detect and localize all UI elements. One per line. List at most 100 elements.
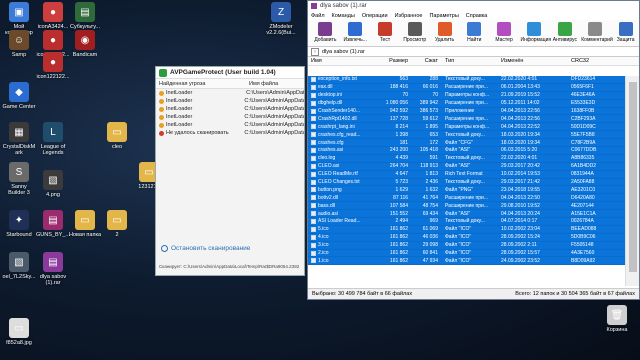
desktop-icon[interactable]: S Sanny Builder 3: [2, 162, 36, 196]
scrollbar-thumb[interactable]: [629, 82, 637, 272]
desktop-icon[interactable]: ◆ Game Center: [2, 82, 36, 110]
file-row[interactable]: bottv2.dll 87 116 41 764 Расширение при... 0…: [308, 194, 626, 203]
avp-col-threat[interactable]: Найденная угроза: [159, 81, 249, 87]
toolbar-label: Просмотр: [403, 37, 427, 43]
avp-result-row[interactable]: InetLoader C:\Users\Admin\AppDat: [156, 89, 304, 97]
file-packed: 60 841: [422, 250, 438, 257]
desktop-app-icon: ▤: [43, 210, 63, 230]
col-size[interactable]: Размер: [373, 58, 411, 64]
desktop-icon[interactable]: Z ZModeler v2.2.6(Bui...: [264, 2, 298, 36]
col-packed[interactable]: Сжат: [411, 58, 441, 64]
file-type: Расширение при...: [445, 84, 488, 91]
toolbar-button[interactable]: Удалить: [431, 20, 458, 43]
file-row[interactable]: button.png 1 629 1 632 Файл "PNG" 23.04.2018…: [308, 186, 626, 195]
vertical-scrollbar[interactable]: [625, 76, 639, 286]
file-row[interactable]: CLEO ReadMe.rtf 4 647 1 813 Rich Text Forma…: [308, 170, 626, 179]
file-row[interactable]: dbghelp.dll 1 080 056 389 942 Расширение пр…: [308, 99, 626, 108]
desktop-icon[interactable]: ▦ CrystalDiskMark: [2, 122, 36, 156]
file-row[interactable]: cleo.log 4 439 591 Текстовый доку... 22.02.2…: [308, 154, 626, 163]
menu-item[interactable]: Операции: [362, 13, 388, 19]
file-row[interactable]: ASI Loader Read... 2 494 969 Текстовый доку…: [308, 218, 626, 226]
desktop-icon[interactable]: ▭ Новая папка: [68, 210, 102, 238]
menu-item[interactable]: Файл: [311, 13, 325, 19]
toolbar-button[interactable]: Извлечь...: [342, 20, 369, 43]
desktop-icon[interactable]: ▭ f852a8.jpg: [2, 318, 36, 346]
winrar-window[interactable]: dlya sabov (1).rar Файл Команды Операции Из…: [307, 0, 640, 300]
desktop-icon[interactable]: ✦ Starbound: [2, 210, 36, 238]
file-row[interactable]: crashrpt_lang.ini 8 214 1 895 Параметры кон…: [308, 123, 626, 132]
desktop-icon[interactable]: ▧ oel_7L2Sky...: [2, 252, 36, 280]
toolbar-button[interactable]: Комментарий: [581, 20, 613, 43]
file-name: eax.dll: [308, 84, 373, 90]
avp-title-bar[interactable]: AVPGameProtect (User build 1.04): [156, 67, 304, 79]
desktop-icon[interactable]: ▤ Субкульту...: [68, 2, 102, 30]
desktop-icon[interactable]: ▧ 4.png: [36, 170, 70, 198]
winrar-path-bar[interactable]: ↑ dlya sabov (1).rar: [308, 47, 639, 57]
desktop-icon-label: icon122122...: [36, 74, 70, 80]
desktop-icon-label: CrystalDiskMark: [2, 144, 36, 157]
desktop-icon[interactable]: ▭ 2: [100, 210, 134, 238]
toolbar-button[interactable]: Добавить: [312, 20, 339, 43]
file-row[interactable]: eax.dll 188 416 66 016 Расширение при... 06.…: [308, 83, 626, 92]
file-row[interactable]: 4.ico 161 862 46 036 Файл "ICO" 28.09.2002 1…: [308, 233, 626, 242]
col-modified[interactable]: Изменён: [499, 58, 567, 64]
file-row[interactable]: 5.ico 161 862 61 069 Файл "ICO" 10.02.2002 2…: [308, 225, 626, 234]
file-row[interactable]: audio.asi 151 552 69 434 Файл "ASI" 04.04.20…: [308, 210, 626, 219]
toolbar-button[interactable]: Просмотр: [401, 20, 428, 43]
toolbar-button[interactable]: Защита: [612, 20, 639, 43]
desktop-icon[interactable]: ● icon122122...: [36, 52, 70, 80]
toolbar-button[interactable]: Мастер: [491, 20, 518, 43]
file-row[interactable]: exception_info.txt 563 288 Текстовый доку..…: [308, 76, 626, 84]
desktop-app-icon: ◉: [75, 30, 95, 50]
avp-window[interactable]: AVPGameProtect (User build 1.04) Найденн…: [155, 66, 305, 276]
avp-result-row[interactable]: Не удалось сканировать C:\Users\Admin\App…: [156, 129, 304, 137]
up-folder-icon[interactable]: ↑: [311, 47, 319, 56]
file-row[interactable]: 1.ico 161 862 47 934 Файл "ICO" 24.09.2002 2…: [308, 257, 626, 266]
desktop-icon[interactable]: ▤ dlya sabov (1).rar: [36, 252, 70, 286]
toolbar-button[interactable]: Антивирус: [551, 20, 578, 43]
col-name[interactable]: Имя: [308, 58, 373, 64]
file-row[interactable]: 2.ico 161 862 60 841 Файл "ICO" 28.09.2002 1…: [308, 249, 626, 258]
file-row[interactable]: crashes.cfg 181 172 Файл "CFG" 18.03.2020 19…: [308, 139, 626, 148]
file-row[interactable]: crashes.cfg_read... 1 398 653 Текстовый док…: [308, 131, 626, 140]
desktop-icon[interactable]: L League of Legends: [36, 122, 70, 156]
file-row[interactable]: CrashRpt1402.dll 137 728 59 612 Расширение …: [308, 115, 626, 124]
desktop-icon[interactable]: 🗑 Корзина: [600, 305, 634, 333]
menu-item[interactable]: Параметры: [429, 13, 458, 19]
file-crc: 55E7F5B8: [571, 131, 595, 138]
menu-item[interactable]: Команды: [332, 13, 355, 19]
toolbar-button[interactable]: Найти: [461, 20, 488, 43]
winrar-title-bar[interactable]: dlya sabov (1).rar: [308, 1, 639, 11]
file-row[interactable]: CrashSender140... 942 592 386 573 Приложени…: [308, 107, 626, 116]
file-row[interactable]: 3.ico 161 862 29 098 Файл "ICO" 28.09.2002 2…: [308, 241, 626, 250]
file-type: Текстовый доку...: [445, 179, 485, 186]
file-packed: 1 813: [425, 171, 438, 178]
col-crc[interactable]: CRC32: [567, 58, 607, 64]
file-row[interactable]: bass.dll 107 584 48 754 Расширение при... 29…: [308, 202, 626, 211]
toolbar-button[interactable]: Информация: [520, 20, 551, 43]
file-row[interactable]: desktop.ini 70 70 Параметры конф... 21.09.20…: [308, 91, 626, 100]
desktop-icon[interactable]: ▤ GUNS_BY_...: [36, 210, 70, 238]
file-crc: 4A3E7560: [571, 250, 595, 257]
col-type[interactable]: Тип: [441, 58, 499, 64]
desktop-icon[interactable]: ▭ cleo: [100, 122, 134, 150]
toolbar-button[interactable]: Тест: [372, 20, 399, 43]
file-row[interactable]: CLEO Changes.txt 5 723 2 436 Текстовый доку…: [308, 178, 626, 187]
file-type: Текстовый доку...: [445, 76, 485, 83]
avp-result-row[interactable]: InetLoader C:\Users\Admin\AppData: [156, 113, 304, 121]
toolbar-icon: [618, 22, 633, 36]
stop-scan-button[interactable]: Остановить сканирование: [161, 245, 250, 252]
menu-item[interactable]: Справка: [466, 13, 488, 19]
file-row[interactable]: crashes.asi 243 200 105 418 Файл "ASI" 06.03…: [308, 147, 626, 155]
menu-item[interactable]: Избранное: [395, 13, 423, 19]
file-packed: 389 942: [419, 100, 438, 107]
desktop-icon[interactable]: ☺ Samp: [2, 30, 36, 58]
file-row[interactable]: CLEO.asi 264 704 118 913 Файл "ASI" 29.03.20…: [308, 162, 626, 171]
avp-col-path[interactable]: Имя файла: [249, 81, 278, 87]
avp-result-row[interactable]: InetLoader C:\Users\Admin\AppData: [156, 97, 304, 105]
desktop-icon[interactable]: ◉ Bandicam: [68, 30, 102, 58]
desktop-icon[interactable]: ● iconA3424...: [36, 2, 70, 30]
avp-result-row[interactable]: InetLoader C:\Users\Admin\AppData: [156, 105, 304, 113]
file-icon: [311, 211, 316, 217]
avp-result-row[interactable]: InetLoader C:\Users\Admin\AppData: [156, 121, 304, 129]
